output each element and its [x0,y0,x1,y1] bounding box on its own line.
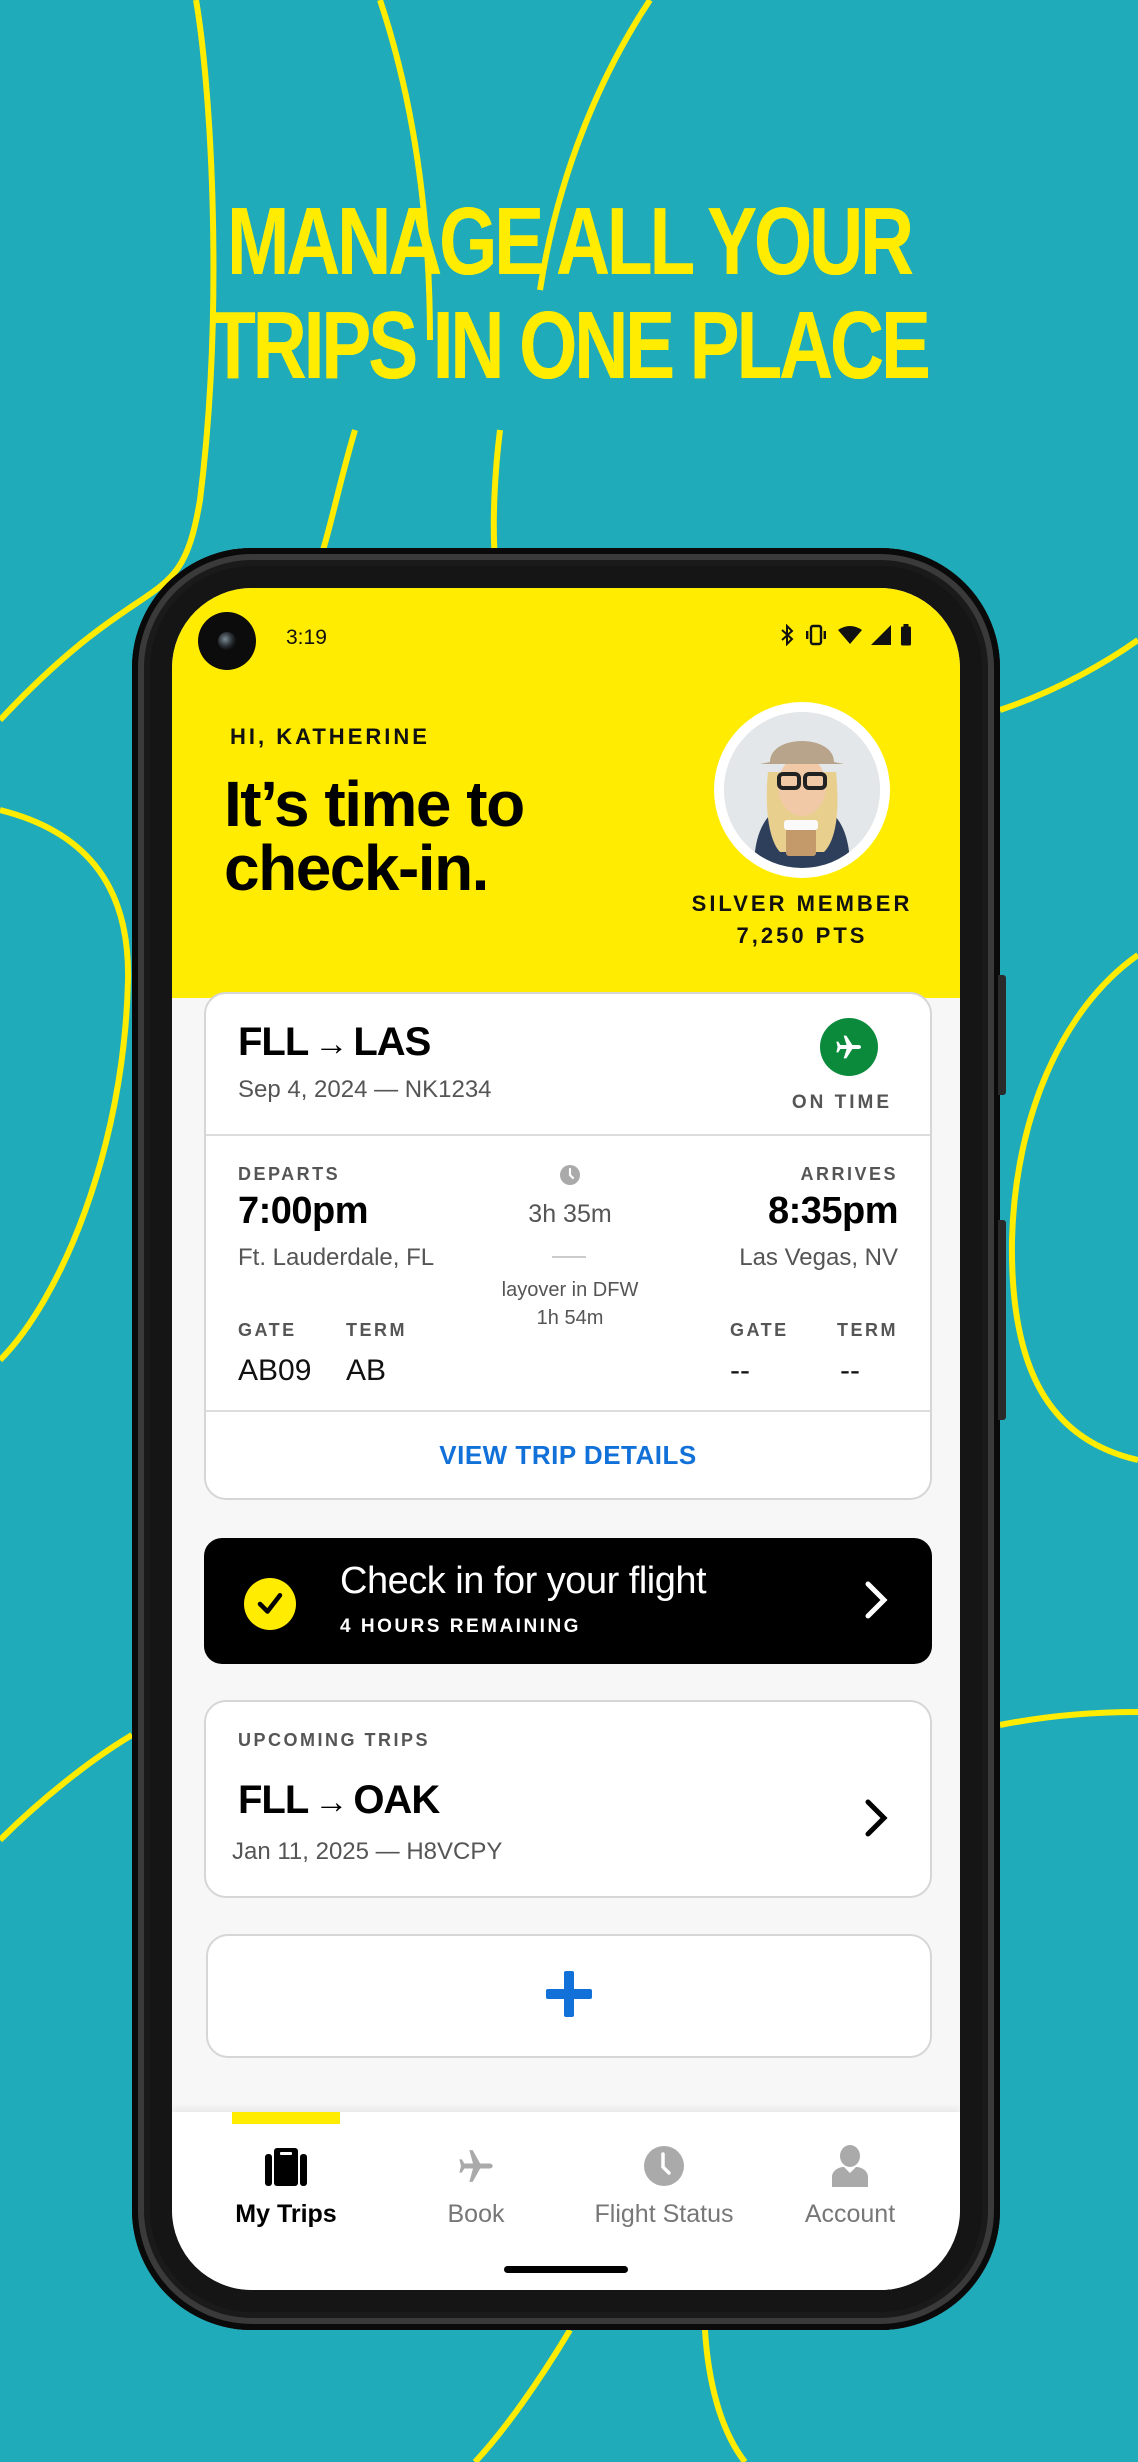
member-tier: SILVER MEMBER [691,891,913,916]
arrives-time: 8:35pm [767,1190,899,1232]
check-in-subtitle: 4 HOURS REMAINING [340,1616,581,1637]
hero-header: 3:19 HI, KATHERINE It’s time to check-in… [172,588,960,998]
wifi-icon [838,625,862,650]
flight-date-number: Sep 4, 2024 — NK1234 [238,1076,492,1103]
tab-book[interactable]: Book [386,2142,566,2229]
active-tab-indicator [232,2112,340,2124]
arrow-icon: → [314,1783,348,1821]
checkmark-icon [244,1578,296,1630]
signal-icon [871,625,891,650]
view-trip-details-button[interactable]: VIEW TRIP DETAILS [206,1412,930,1498]
tab-my-trips[interactable]: My Trips [196,2142,376,2229]
on-time-status: ON TIME [791,1092,892,1113]
dep-gate-label: GATE [238,1320,297,1340]
duration-divider [552,1256,586,1258]
dep-gate-value: AB09 [238,1354,312,1387]
avatar[interactable] [714,702,890,878]
check-in-button[interactable]: Check in for your flight 4 HOURS REMAINI… [204,1538,932,1664]
bluetooth-icon [780,623,794,651]
flight-duration: 3h 35m [528,1200,612,1228]
dep-term-label: TERM [346,1320,407,1340]
origin-code: FLL [238,1778,309,1822]
promo-headline: MANAGE ALL YOUR TRIPS IN ONE PLACE [125,190,1013,398]
member-points: 7,250 PTS [736,923,868,948]
bg-curve [0,807,132,1363]
arr-term-value: -- [840,1354,860,1387]
layover-info: layover in DFW 1h 54m [440,1276,700,1332]
clock-icon [574,2142,754,2190]
upcoming-date-confirmation: Jan 11, 2025 — H8VCPY [232,1838,503,1865]
upcoming-route: FLL → OAK [238,1778,440,1823]
greeting: HI, KATHERINE [230,724,430,749]
layover-city: layover in DFW [501,1279,639,1301]
arrives-city: Las Vegas, NV [739,1244,898,1271]
tab-label: Book [447,2200,505,2228]
phone-screen: 3:19 HI, KATHERINE It’s time to check-in… [172,588,960,2290]
arrives-label: ARRIVES [800,1164,898,1184]
member-info: SILVER MEMBER 7,250 PTS [672,888,932,952]
volume-button [998,1220,1006,1420]
home-indicator[interactable] [504,2266,628,2273]
layover-duration: 1h 54m [536,1307,604,1329]
tab-flight-status[interactable]: Flight Status [574,2142,754,2229]
on-time-plane-icon [820,1018,878,1076]
destination-code: OAK [353,1778,440,1822]
battery-icon [900,624,912,651]
bg-curve [490,429,503,561]
arr-term-label: TERM [837,1320,898,1340]
divider [206,1134,930,1136]
departs-time: 7:00pm [238,1190,369,1232]
headline: It’s time to check-in. [224,768,525,904]
camera-cutout [198,612,256,670]
promo-line-1: MANAGE ALL YOUR [226,188,914,295]
departs-label: DEPARTS [238,1164,341,1184]
tab-account[interactable]: Account [760,2142,940,2229]
arrow-icon: → [314,1025,348,1063]
bg-curve [999,1709,1138,1728]
bottom-nav: My Trips Book Flight Status Account [172,2112,960,2290]
bg-curve [317,429,358,561]
arr-gate-value: -- [730,1354,750,1387]
dep-term-value: AB [346,1354,387,1387]
origin-code: FLL [238,1020,309,1064]
flight-route: FLL → LAS [238,1020,431,1065]
avatar-photo [724,712,880,868]
tab-label: My Trips [235,2200,337,2228]
upcoming-trip-card[interactable]: UPCOMING TRIPS FLL → OAK Jan 11, 2025 — H8… [204,1700,932,1898]
check-in-title: Check in for your flight [340,1560,707,1602]
plus-icon [544,1969,594,2024]
bg-curve [702,2329,748,2462]
current-flight-card: FLL → LAS Sep 4, 2024 — NK1234 ON TIME DEP… [204,992,932,1500]
bg-curve [0,1732,134,1843]
add-trip-button[interactable] [206,1934,932,2058]
tab-label: Account [804,2200,896,2228]
vibrate-icon [803,624,829,651]
destination-code: LAS [353,1020,431,1064]
suitcase-icon [196,2142,376,2190]
bg-curve [472,2328,573,2462]
chevron-right-icon [862,1796,890,1845]
upcoming-trips-label: UPCOMING TRIPS [238,1730,431,1750]
chevron-right-icon [862,1578,890,1627]
arr-gate-label: GATE [730,1320,789,1340]
person-icon [760,2142,940,2190]
duration-clock-icon [559,1164,581,1191]
promo-line-2: TRIPS IN ONE PLACE [210,292,931,399]
bg-curve [999,637,1138,713]
status-time: 3:19 [286,626,327,649]
power-button [998,975,1006,1095]
bg-curve [1008,952,1138,1463]
departs-city: Ft. Lauderdale, FL [238,1244,435,1271]
tab-label: Flight Status [594,2200,734,2228]
plane-icon [386,2142,566,2190]
status-icons [780,623,912,651]
